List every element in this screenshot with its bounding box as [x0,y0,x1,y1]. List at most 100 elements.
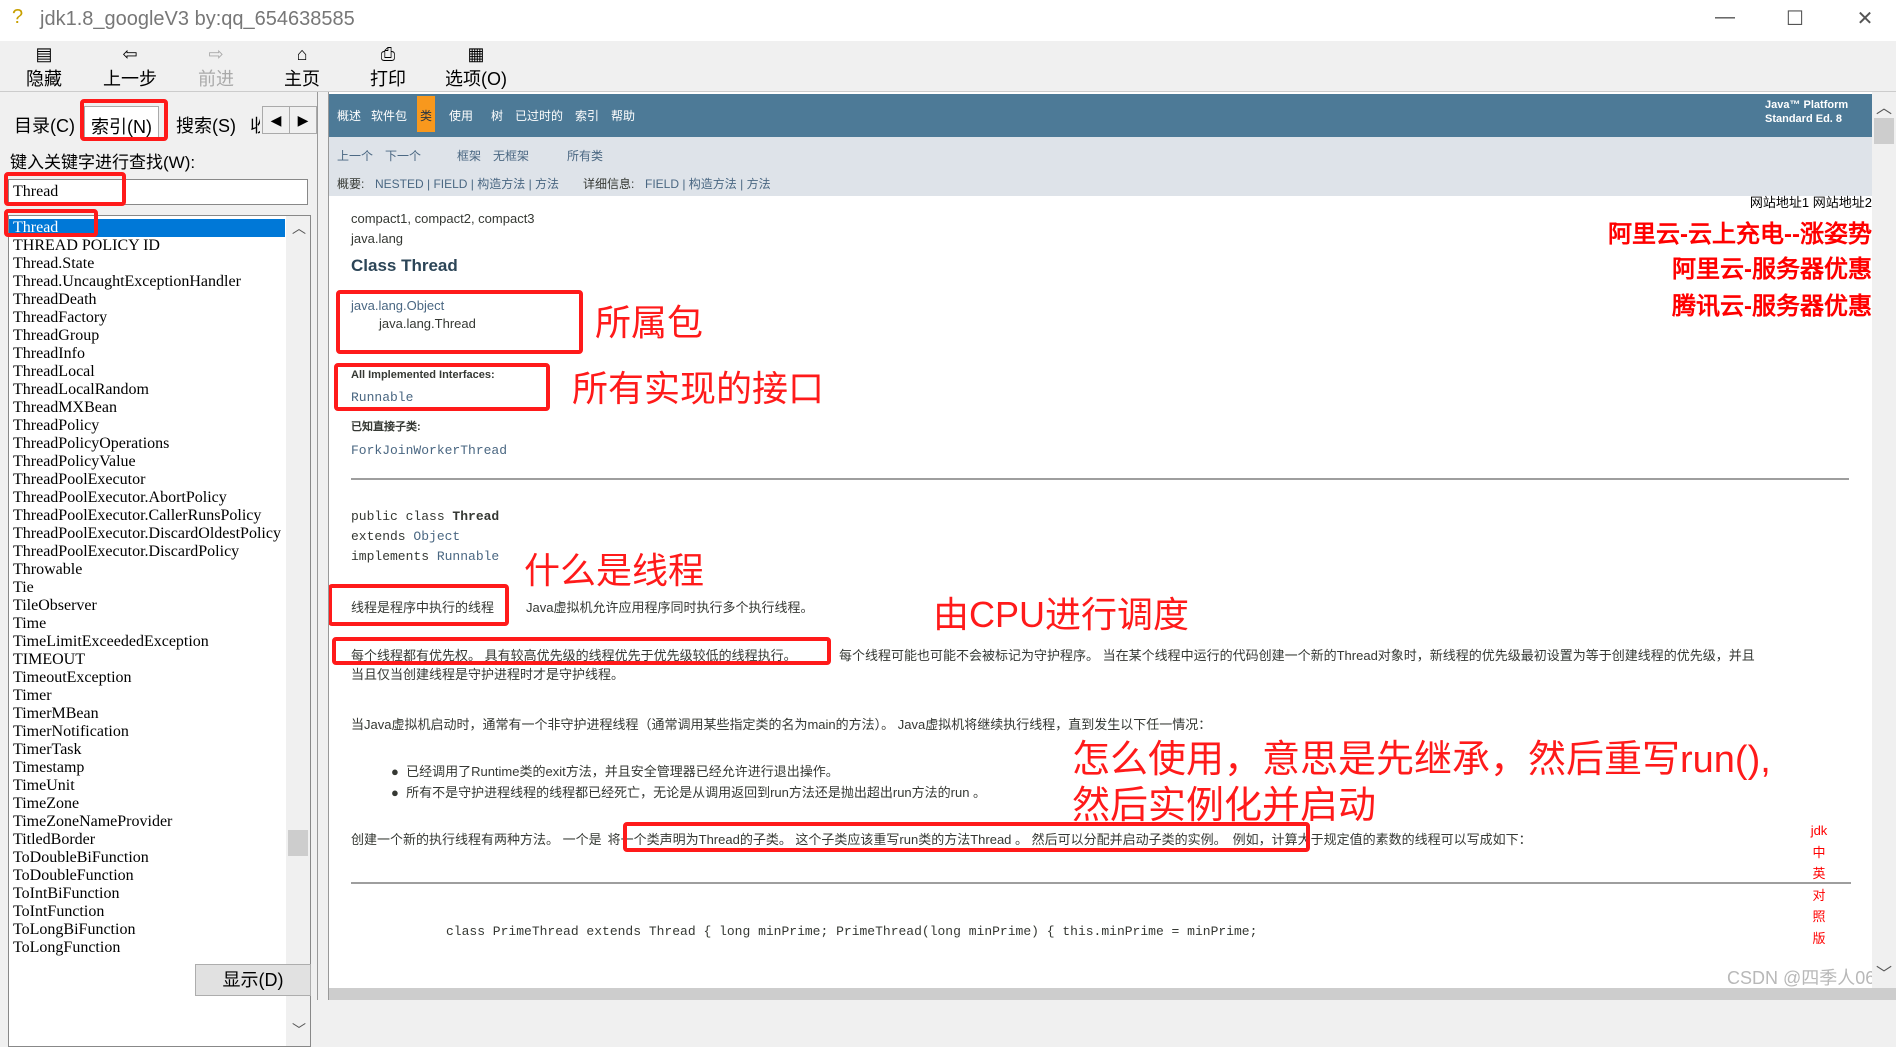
display-button[interactable]: 显示(D) [195,964,311,996]
keyword-label: 键入关键字进行查找(W): [10,153,196,172]
index-list-item[interactable]: TimerMBean [9,705,285,723]
index-list-item[interactable]: Time [9,615,285,633]
scrollbar-thumb[interactable] [1874,118,1894,144]
index-list-item[interactable]: ThreadLocal [9,363,285,381]
chevron-up-icon[interactable]: ︿ [1876,94,1892,118]
noframes-link[interactable]: 无框架 [493,147,529,164]
index-list-item[interactable]: ThreadDeath [9,291,285,309]
index-list-item[interactable]: ThreadLocalRandom [9,381,285,399]
scrollbar-thumb[interactable] [288,830,308,856]
index-list-item[interactable]: ThreadPoolExecutor.AbortPolicy [9,489,285,507]
chevron-up-icon[interactable]: ︿ [292,218,306,238]
divider [351,882,1851,884]
list-scrollbar[interactable]: ︿ ﹀ [286,216,310,1046]
pane-splitter[interactable] [317,92,329,1000]
nav-package[interactable]: 软件包 [371,107,407,124]
back-button[interactable]: ⇦ 上一步 [94,43,166,91]
subclasses-label: 已知直接子类: [351,421,421,433]
index-list-item[interactable]: TimerNotification [9,723,285,741]
profiles: compact1, compact2, compact3 [351,211,535,226]
summary-links[interactable]: NESTED | FIELD | 构造方法 | 方法 [375,175,559,192]
index-list-item[interactable]: ThreadPoolExecutor.DiscardOldestPolicy [9,525,285,543]
nav-tree[interactable]: 树 [491,107,503,124]
index-list-item[interactable]: Timestamp [9,759,285,777]
prev-class-link[interactable]: 上一个 [337,147,373,164]
chevron-down-icon[interactable]: ﹀ [1876,960,1892,984]
package-name: java.lang [351,231,404,246]
index-list-item[interactable]: TIMEOUT [9,651,285,669]
nav-help[interactable]: 帮助 [611,107,635,124]
tab-scroll-right[interactable]: ▶ [289,106,317,134]
index-list-item[interactable]: ThreadPolicyValue [9,453,285,471]
index-list-item[interactable]: ThreadPoolExecutor [9,471,285,489]
index-list-item[interactable]: ToIntFunction [9,903,285,921]
chevron-down-icon[interactable]: ﹀ [292,1020,306,1040]
index-list-item[interactable]: TimeLimitExceededException [9,633,285,651]
maximize-button[interactable]: ☐ [1775,6,1815,31]
index-list-item[interactable]: ToIntBiFunction [9,885,285,903]
index-list-item[interactable]: THREAD POLICY ID [9,237,285,255]
bullet-item: ● 已经调用了Runtime类的exit方法，并且安全管理器已经允许进行退出操作… [391,764,839,779]
index-list-item[interactable]: ToDoubleBiFunction [9,849,285,867]
hide-button[interactable]: ▤ 隐藏 [8,43,80,91]
ad-link[interactable]: 腾讯云-服务器优惠 [1672,286,1872,321]
index-list-item[interactable]: ToDoubleFunction [9,867,285,885]
horizontal-scrollbar[interactable] [329,988,1896,1000]
printer-icon: ⎙ [380,44,396,64]
ad-link[interactable]: 阿里云-云上充电--涨姿势 [1608,214,1872,249]
index-list[interactable]: Thread THREAD POLICY ID Thread.State Thread… [8,215,311,1047]
all-classes-link[interactable]: 所有类 [567,147,603,164]
index-list-item[interactable]: TimeoutException [9,669,285,687]
index-list-item[interactable]: ThreadMXBean [9,399,285,417]
index-list-item[interactable]: Thread.State [9,255,285,273]
index-list-item[interactable]: Timer [9,687,285,705]
index-list-item[interactable]: Tie [9,579,285,597]
index-list-item[interactable]: ThreadGroup [9,327,285,345]
index-list-item[interactable]: Thread.UncaughtExceptionHandler [9,273,285,291]
tab-search[interactable]: 搜索(S) [170,106,242,140]
nav-use[interactable]: 使用 [449,107,473,124]
index-list-item[interactable]: TimeZone [9,795,285,813]
tab-favorites[interactable]: 收 [248,106,260,140]
forward-button[interactable]: ⇨ 前进 [180,43,252,91]
annotation-box [336,290,583,354]
subclass-link[interactable]: ForkJoinWorkerThread [351,443,507,458]
index-list-item[interactable]: ToLongBiFunction [9,921,285,939]
index-list-item[interactable]: ThreadPoolExecutor.CallerRunsPolicy [9,507,285,525]
paragraph-text: 当且仅当创建线程是守护进程时才是守护线程。 [351,667,625,682]
annotation-box [623,822,1310,852]
index-list-item[interactable]: TimerTask [9,741,285,759]
options-icon: ▦ [467,44,485,64]
nav-index[interactable]: 索引 [575,107,599,124]
index-list-item[interactable]: TileObserver [9,597,285,615]
close-button[interactable]: ✕ [1845,6,1885,31]
document-scrollbar[interactable]: ︿ ﹀ [1872,92,1896,988]
index-list-item[interactable]: TimeUnit [9,777,285,795]
tab-contents[interactable]: 目录(C) [8,106,81,140]
summary-label: 概要: [337,177,365,191]
ad-link[interactable]: 阿里云-服务器优惠 [1672,249,1872,284]
index-list-item[interactable]: ThreadFactory [9,309,285,327]
nav-overview[interactable]: 概述 [337,107,361,124]
jdk-bilingual-link[interactable]: jdk 中英对照版 [1809,820,1829,949]
index-list-item[interactable]: TimeZoneNameProvider [9,813,285,831]
next-class-link[interactable]: 下一个 [385,147,421,164]
triangle-right-icon: ▶ [297,112,309,128]
index-list-item[interactable]: ThreadInfo [9,345,285,363]
index-list-item[interactable]: ThreadPolicy [9,417,285,435]
frames-link[interactable]: 框架 [457,147,481,164]
index-list-item[interactable]: TitledBorder [9,831,285,849]
title-bar: ? jdk1.8_googleV3 by:qq_654638585 — ☐ ✕ [0,0,1896,41]
tab-scroll-left[interactable]: ◀ [262,106,290,134]
minimize-button[interactable]: — [1705,6,1745,29]
index-list-item[interactable]: Throwable [9,561,285,579]
print-button[interactable]: ⎙ 打印 [352,43,424,91]
index-list-item[interactable]: ThreadPoolExecutor.DiscardPolicy [9,543,285,561]
options-button[interactable]: ▦ 选项(O) [436,43,516,91]
nav-deprecated[interactable]: 已过时的 [515,107,563,124]
home-button[interactable]: ⌂ 主页 [266,43,338,91]
index-list-item[interactable]: ThreadPolicyOperations [9,435,285,453]
detail-links[interactable]: FIELD | 构造方法 | 方法 [645,175,771,192]
site-links[interactable]: 网站地址1 网站地址2 [1750,192,1872,211]
index-list-item[interactable]: ToLongFunction [9,939,285,957]
